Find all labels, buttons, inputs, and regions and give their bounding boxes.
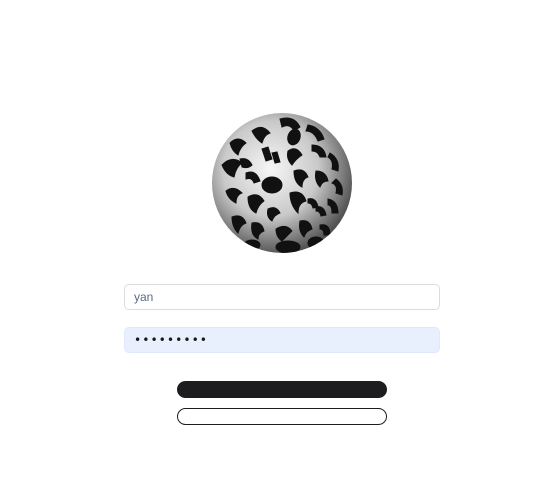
password-input[interactable] (124, 327, 440, 353)
leopard-print-sphere-icon (212, 113, 352, 253)
username-input[interactable] (124, 284, 440, 310)
login-button[interactable] (177, 381, 387, 398)
login-page (0, 0, 555, 500)
secondary-button[interactable] (177, 408, 387, 425)
